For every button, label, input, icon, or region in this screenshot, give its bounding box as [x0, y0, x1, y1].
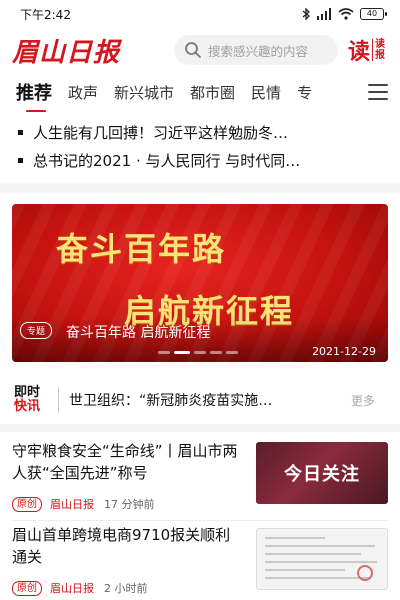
original-badge: 原创	[12, 496, 42, 512]
news-source: 眉山日报	[50, 582, 94, 595]
tab-public-sentiment[interactable]: 民情	[251, 82, 281, 103]
banner-caption: 奋斗百年路 启航新征程	[66, 325, 211, 341]
banner-date: 2021-12-29	[312, 345, 376, 358]
tab-special[interactable]: 专	[297, 82, 312, 103]
banner-carousel[interactable]: 奋斗百年路 启航新征程 专题 奋斗百年路 启航新征程 2021-12-29	[12, 204, 388, 362]
document-line	[265, 561, 377, 563]
news-time: 2 小时前	[104, 582, 148, 595]
top-headlines: 人生能有几回搏！习近平这样勉励冬… 总书记的2021 · 与人民同行 与时代同…	[0, 118, 400, 174]
channel-tabs: 推荐 政声 新兴城市 都市圈 民情 专	[0, 72, 400, 112]
tab-metro-circle[interactable]: 都市圈	[190, 82, 235, 103]
flash-separator	[58, 387, 59, 413]
news-meta: 原创 眉山日报 2 小时前	[12, 580, 148, 596]
status-icons: 40	[302, 8, 387, 20]
flash-news-logo: 即时 快讯	[14, 386, 50, 414]
headline-text: 总书记的2021 · 与人民同行 与时代同…	[33, 151, 301, 170]
carousel-dot[interactable]	[194, 351, 206, 354]
tab-new-city[interactable]: 新兴城市	[114, 82, 174, 103]
headline-text: 人生能有几回搏！习近平这样勉励冬…	[33, 123, 289, 142]
headline-item[interactable]: 总书记的2021 · 与人民同行 与时代同…	[0, 146, 400, 174]
news-source: 眉山日报	[50, 498, 94, 511]
thumbnail-text: 今日关注	[284, 464, 360, 485]
document-line	[265, 537, 325, 539]
section-divider	[0, 424, 400, 432]
carousel-dot[interactable]	[226, 351, 238, 354]
carousel-dot[interactable]	[210, 351, 222, 354]
read-paper-small-label: 读 报	[372, 39, 385, 61]
news-time: 17 分钟前	[104, 498, 155, 511]
document-line	[265, 569, 345, 571]
document-stamp-icon	[357, 565, 373, 581]
banner-headline-1: 奋斗百年路	[56, 230, 227, 268]
section-divider	[0, 183, 400, 193]
document-line	[265, 577, 369, 579]
flash-logo-top: 即时	[14, 385, 41, 400]
original-badge: 原创	[12, 580, 42, 596]
tab-recommend[interactable]: 推荐	[16, 79, 52, 112]
bullet-icon	[18, 129, 23, 135]
news-meta: 原创 眉山日报 17 分钟前	[12, 496, 155, 512]
news-title: 眉山首单跨境电商9710报关顺利通关	[12, 526, 231, 566]
app-logo[interactable]: 眉山日报	[12, 32, 162, 69]
banner-topic-badge: 专题	[20, 322, 53, 339]
carousel-indicator[interactable]	[158, 351, 238, 354]
flash-news-text[interactable]: 世卫组织：“新冠肺炎疫苗实施…	[69, 390, 341, 410]
read-paper-button[interactable]: 读 读 报	[348, 34, 385, 66]
flash-logo-bottom: 快讯	[14, 399, 41, 414]
flash-more-link[interactable]: 更多	[351, 392, 375, 409]
tabs-fade	[346, 72, 366, 112]
news-thumbnail[interactable]	[256, 528, 388, 590]
search-bar[interactable]: 搜索感兴趣的内容	[174, 35, 338, 65]
wifi-icon	[338, 8, 354, 20]
flash-news-bar[interactable]: 即时 快讯 世卫组织：“新冠肺炎疫苗实施… 更多	[0, 376, 400, 424]
search-placeholder: 搜索感兴趣的内容	[208, 43, 309, 59]
document-line	[265, 553, 361, 555]
document-line	[265, 545, 375, 547]
bullet-icon	[18, 157, 23, 163]
news-separator	[12, 520, 388, 521]
news-title: 守牢粮食安全“生命线”丨眉山市两人获“全国先进”称号	[12, 442, 238, 482]
search-icon	[185, 42, 201, 58]
news-thumbnail[interactable]: 今日关注	[256, 442, 388, 504]
headline-item[interactable]: 人生能有几回搏！习近平这样勉励冬…	[0, 118, 400, 146]
read-paper-small-2: 报	[375, 50, 386, 61]
tab-politics[interactable]: 政声	[68, 82, 98, 103]
signal-icon	[317, 8, 331, 20]
read-paper-small-1: 读	[375, 39, 386, 50]
battery-icon: 40	[360, 8, 387, 20]
app-header: 眉山日报 搜索感兴趣的内容 读 读 报	[0, 28, 400, 72]
status-bar: 下午2:42 40	[0, 0, 400, 28]
carousel-dot-active[interactable]	[174, 351, 190, 354]
bluetooth-icon	[302, 8, 310, 20]
read-paper-big-label: 读	[348, 39, 371, 65]
status-time: 下午2:42	[20, 7, 71, 22]
channel-menu-icon[interactable]	[368, 84, 388, 100]
carousel-dot[interactable]	[158, 351, 170, 354]
